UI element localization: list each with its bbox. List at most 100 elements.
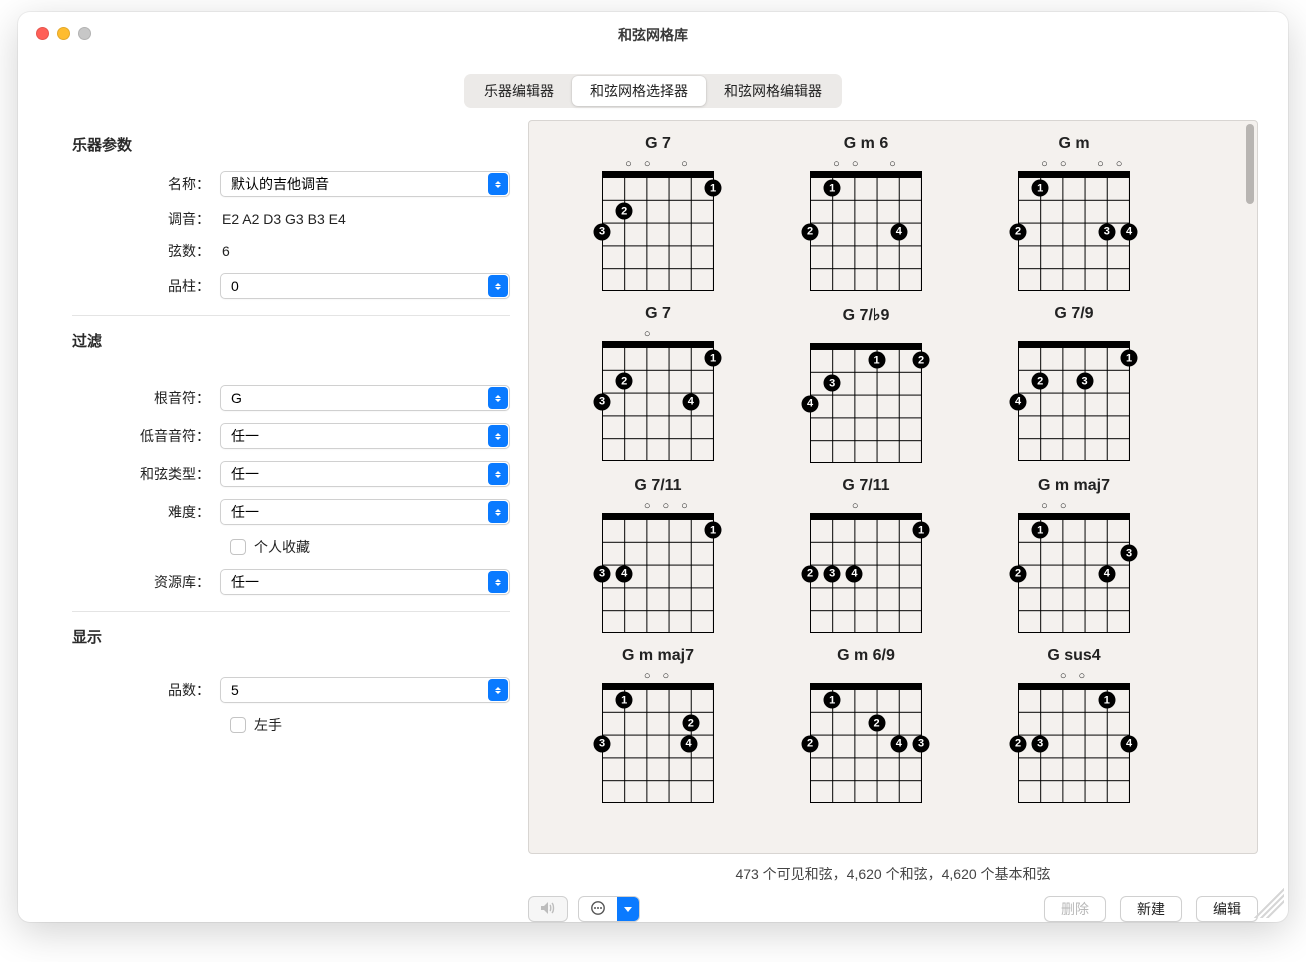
- chord-name: G m maj7: [622, 647, 694, 665]
- chord-item[interactable]: G 7/91234: [995, 305, 1153, 463]
- select-capo-value: 0: [231, 278, 239, 294]
- select-capo[interactable]: 0: [220, 273, 510, 299]
- edit-button[interactable]: 编辑: [1196, 896, 1258, 922]
- content: 乐器参数 名称： 默认的吉他调音 调音： E2 A2 D3 G3 B3 E4 弦…: [18, 120, 1288, 922]
- more-actions-button[interactable]: [578, 896, 640, 922]
- open-strings-row: ○○○: [810, 158, 922, 170]
- new-button[interactable]: 新建: [1120, 896, 1182, 922]
- finger-dot: 1: [616, 692, 633, 709]
- chord-name: G 7: [645, 135, 671, 153]
- open-strings-row: ○○○○: [1018, 158, 1130, 170]
- chord-item[interactable]: G m maj7○○1234: [579, 647, 737, 803]
- finger-dot: 1: [1121, 350, 1138, 367]
- finger-dot: 4: [890, 223, 907, 240]
- chord-item[interactable]: G 7/11○1234: [787, 477, 945, 633]
- select-difficulty-value: 任一: [231, 502, 259, 522]
- finger-dot: 4: [680, 735, 697, 752]
- scrollbar-thumb[interactable]: [1246, 124, 1254, 204]
- tab-chord-grid-selector[interactable]: 和弦网格选择器: [572, 76, 706, 106]
- value-strings: 6: [220, 243, 510, 259]
- row-difficulty: 难度： 任一: [72, 499, 510, 525]
- chord-item[interactable]: G 7○1234: [579, 305, 737, 463]
- chord-name: G sus4: [1047, 647, 1100, 665]
- finger-dot: 2: [616, 373, 633, 390]
- finger-dot: 3: [594, 565, 611, 582]
- select-root-value: G: [231, 390, 242, 406]
- finger-dot: 3: [913, 735, 930, 752]
- chord-item[interactable]: G sus4○○1234: [995, 647, 1153, 803]
- select-library[interactable]: 任一: [220, 569, 510, 595]
- divider: [72, 611, 510, 612]
- open-strings-row: ○: [810, 500, 922, 512]
- ellipsis-icon: [579, 900, 617, 919]
- checkbox-lefthand[interactable]: [230, 717, 246, 733]
- label-lefthand: 左手: [254, 715, 282, 735]
- checkbox-favorites[interactable]: [230, 539, 246, 555]
- chord-item[interactable]: G 7/11○○○134: [579, 477, 737, 633]
- traffic-lights: [36, 27, 91, 40]
- tab-instrument-editor[interactable]: 乐器编辑器: [466, 76, 572, 106]
- chord-item[interactable]: G m maj7○○1324: [995, 477, 1153, 633]
- open-strings-row: ○○○: [602, 500, 714, 512]
- minimize-window-button[interactable]: [57, 27, 70, 40]
- open-strings-row: ○○○: [602, 158, 714, 170]
- titlebar: 和弦网格库: [18, 12, 1288, 58]
- section-filter: 过滤: [72, 330, 510, 351]
- resize-handle[interactable]: [1254, 888, 1284, 918]
- select-frets[interactable]: 5: [220, 677, 510, 703]
- tab-bar: 乐器编辑器 和弦网格选择器 和弦网格编辑器: [18, 74, 1288, 108]
- select-name[interactable]: 默认的吉他调音: [220, 171, 510, 197]
- tab-group: 乐器编辑器 和弦网格选择器 和弦网格编辑器: [464, 74, 842, 108]
- fretboard: 12243: [798, 683, 934, 803]
- finger-dot: 2: [1010, 565, 1027, 582]
- speaker-button[interactable]: [528, 896, 568, 922]
- chord-item[interactable]: G m 6/9 12243: [787, 647, 945, 803]
- fretboard: 134: [590, 513, 726, 633]
- finger-dot: 1: [1032, 180, 1049, 197]
- finger-dot: 1: [1098, 692, 1115, 709]
- label-library: 资源库：: [72, 572, 220, 592]
- chord-name: G m 6/9: [837, 647, 895, 665]
- select-bass[interactable]: 任一: [220, 423, 510, 449]
- label-tuning: 调音：: [72, 209, 220, 229]
- chord-name: G m: [1058, 135, 1089, 153]
- select-name-value: 默认的吉他调音: [231, 174, 329, 194]
- fretboard: 1234: [1006, 683, 1142, 803]
- chevron-updown-icon: [488, 173, 508, 195]
- finger-dot: 3: [1098, 223, 1115, 240]
- finger-dot: 3: [594, 393, 611, 410]
- chord-item[interactable]: G m 6○○○124: [787, 135, 945, 291]
- footer: 删除 新建 编辑: [528, 896, 1258, 922]
- zoom-window-button[interactable]: [78, 27, 91, 40]
- finger-dot: 1: [705, 522, 722, 539]
- speaker-icon: [540, 901, 556, 918]
- stats-label: 473 个可见和弦，4,620 个和弦，4,620 个基本和弦: [528, 854, 1258, 896]
- finger-dot: 4: [1010, 393, 1027, 410]
- finger-dot: 4: [1121, 735, 1138, 752]
- open-strings-row: [1018, 328, 1130, 340]
- select-chordtype[interactable]: 任一: [220, 461, 510, 487]
- row-chordtype: 和弦类型： 任一: [72, 461, 510, 487]
- finger-dot: 4: [890, 735, 907, 752]
- delete-button[interactable]: 删除: [1044, 896, 1106, 922]
- chord-item[interactable]: G 7○○○123: [579, 135, 737, 291]
- fretboard: 1234: [590, 341, 726, 461]
- select-root[interactable]: G: [220, 385, 510, 411]
- select-difficulty[interactable]: 任一: [220, 499, 510, 525]
- fretboard: 1234: [798, 513, 934, 633]
- chevron-updown-icon: [488, 463, 508, 485]
- chord-item[interactable]: G m○○○○1234: [995, 135, 1153, 291]
- chord-item[interactable]: G 7/♭91234: [787, 305, 945, 463]
- label-difficulty: 难度：: [72, 502, 220, 522]
- finger-dot: 4: [1121, 223, 1138, 240]
- finger-dot: 1: [913, 522, 930, 539]
- close-window-button[interactable]: [36, 27, 49, 40]
- select-library-value: 任一: [231, 572, 259, 592]
- row-favorites: 个人收藏: [72, 537, 510, 557]
- open-strings-row: ○○: [1018, 500, 1130, 512]
- finger-dot: 2: [682, 715, 699, 732]
- select-bass-value: 任一: [231, 426, 259, 446]
- tab-chord-grid-editor[interactable]: 和弦网格编辑器: [706, 76, 840, 106]
- chevron-updown-icon: [488, 425, 508, 447]
- chord-grid-list[interactable]: G 7○○○123G m 6○○○124G m○○○○1234G 7○1234G…: [528, 120, 1258, 854]
